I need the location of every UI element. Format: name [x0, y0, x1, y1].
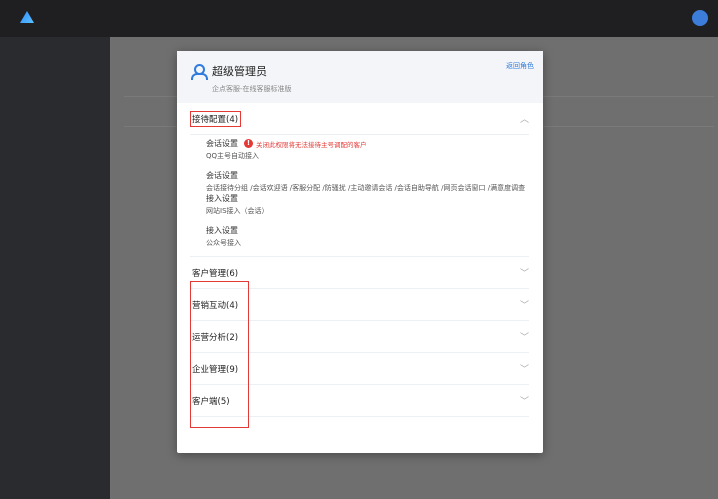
back-to-roles-link[interactable]: 返回角色: [506, 61, 534, 71]
chevron-up-icon[interactable]: ︿: [520, 112, 529, 125]
permission-block: 会话设置 ! 关闭此权限将无法接待主号调配的客户 QQ主号自动接入: [206, 138, 529, 161]
chevron-down-icon[interactable]: ﹀: [520, 298, 529, 311]
top-bar: [0, 0, 718, 37]
top-right-tools: [692, 10, 708, 26]
chevron-down-icon[interactable]: ﹀: [520, 362, 529, 375]
highlight-box: [190, 111, 241, 127]
sidebar: [0, 37, 110, 499]
avatar[interactable]: [692, 10, 708, 26]
role-description: 企点客服-在线客服标准版: [212, 85, 292, 93]
highlight-box: [190, 281, 249, 428]
permission-block: 会话设置 会话接待分组 /会话欢迎语 /客服分配 /防骚扰 /主动邀请会话 /会…: [206, 170, 529, 193]
block-text: 网站IS接入（会话）: [206, 207, 269, 215]
block-text: 公众号接入: [206, 239, 241, 247]
role-name: 超级管理员: [212, 65, 267, 78]
app-logo: [20, 11, 34, 23]
section-label: 客户管理(6): [192, 268, 239, 279]
modal-header: 超级管理员 企点客服-在线客服标准版 返回角色: [177, 51, 543, 103]
permission-block: 接入设置 公众号接入: [206, 225, 529, 248]
logo-icon: [20, 11, 34, 23]
block-text: 会话接待分组 /会话欢迎语 /客服分配 /防骚扰 /主动邀请会话 /会话自助导航…: [206, 184, 526, 192]
block-text: QQ主号自动接入: [206, 152, 260, 160]
user-icon: [191, 64, 208, 80]
exclamation-circle-icon: !: [244, 139, 253, 148]
section-body-reception: 会话设置 ! 关闭此权限将无法接待主号调配的客户 QQ主号自动接入 会话设置 会…: [190, 135, 529, 257]
chevron-down-icon[interactable]: ﹀: [520, 266, 529, 279]
warning-message: ! 关闭此权限将无法接待主号调配的客户: [244, 139, 367, 149]
block-title: 接入设置: [206, 226, 238, 235]
permission-block: 接入设置 网站IS接入（会话）: [206, 193, 529, 216]
chevron-down-icon[interactable]: ﹀: [520, 394, 529, 407]
block-title: 会话设置: [206, 171, 238, 180]
block-title: 接入设置: [206, 194, 238, 203]
block-title: 会话设置: [206, 139, 238, 148]
warning-text: 关闭此权限将无法接待主号调配的客户: [256, 140, 367, 149]
chevron-down-icon[interactable]: ﹀: [520, 330, 529, 343]
